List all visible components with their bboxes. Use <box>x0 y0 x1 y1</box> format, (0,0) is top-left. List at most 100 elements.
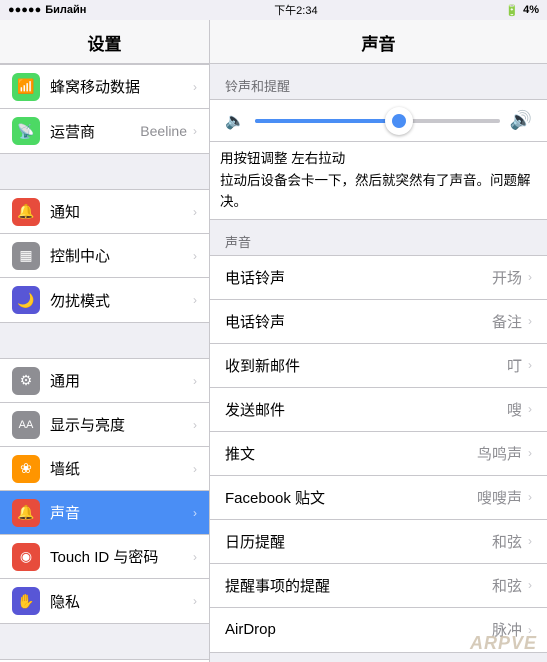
label-wallpaper: 墙纸 <box>50 458 193 479</box>
sound-row-text-tone[interactable]: 电话铃声 备注 › <box>210 300 547 344</box>
row-chevron-ringtone: › <box>528 270 532 284</box>
ringer-section-label: 铃声和提醒 <box>210 64 547 99</box>
icon-touch-id: ◉ <box>12 543 40 571</box>
row-chevron-fb-post: › <box>528 490 532 504</box>
sidebar-item-carrier[interactable]: 📡 运营商 Beeline › <box>0 109 209 153</box>
volume-track[interactable] <box>255 119 500 123</box>
chevron-general: › <box>193 374 197 388</box>
row-label-calendar: 日历提醒 <box>225 531 492 552</box>
sidebar-item-notification[interactable]: 🔔 通知 › <box>0 190 209 234</box>
chevron-display: › <box>193 418 197 432</box>
sound-row-calendar[interactable]: 日历提醒 和弦 › <box>210 520 547 564</box>
status-left: ●●●●● Билайн <box>8 4 86 16</box>
status-time: 下午2:34 <box>274 2 317 18</box>
label-display: 显示与亮度 <box>50 414 193 435</box>
row-chevron-new-mail: › <box>528 358 532 372</box>
chevron-control-center: › <box>193 249 197 263</box>
annotation-line1: 用按钮调整 左右拉动 <box>220 148 537 170</box>
row-label-ringtone: 电话铃声 <box>225 267 492 288</box>
row-label-airdrop: AirDrop <box>225 621 492 638</box>
carrier-name: Билайн <box>45 4 86 16</box>
row-label-fb-post: Facebook 贴文 <box>225 487 477 508</box>
label-carrier: 运营商 <box>50 121 140 142</box>
sidebar-item-display[interactable]: AA 显示与亮度 › <box>0 403 209 447</box>
sidebar-item-touch-id[interactable]: ◉ Touch ID 与密码 › <box>0 535 209 579</box>
label-general: 通用 <box>50 370 193 391</box>
chevron-carrier: › <box>193 124 197 138</box>
volume-low-icon: 🔈 <box>225 111 245 131</box>
sidebar-item-do-not-disturb[interactable]: 🌙 勿扰模式 › <box>0 278 209 322</box>
ringer-section: 🔈 🔊 <box>210 99 547 142</box>
label-touch-id: Touch ID 与密码 <box>50 546 193 567</box>
row-label-new-mail: 收到新邮件 <box>225 355 507 376</box>
chevron-touch-id: › <box>193 550 197 564</box>
chevron-do-not-disturb: › <box>193 293 197 307</box>
value-carrier: Beeline <box>140 123 187 139</box>
sidebar-item-cellular[interactable]: 📶 蜂窝移动数据 › <box>0 65 209 109</box>
row-chevron-tweet: › <box>528 446 532 460</box>
icon-privacy: ✋ <box>12 587 40 615</box>
row-label-sent-mail: 发送邮件 <box>225 399 507 420</box>
icon-general: ⚙ <box>12 367 40 395</box>
icon-carrier: 📡 <box>12 117 40 145</box>
row-chevron-sent-mail: › <box>528 402 532 416</box>
battery-percent: 4% <box>523 4 539 16</box>
sound-row-ringtone[interactable]: 电话铃声 开场 › <box>210 256 547 300</box>
label-do-not-disturb: 勿扰模式 <box>50 290 193 311</box>
row-label-reminder: 提醒事项的提醒 <box>225 575 492 596</box>
row-label-tweet: 推文 <box>225 443 477 464</box>
icon-do-not-disturb: 🌙 <box>12 286 40 314</box>
label-sounds: 声音 <box>50 502 193 523</box>
panel-title: 声音 <box>210 20 547 64</box>
row-value-new-mail: 叮 <box>507 355 522 376</box>
row-label-text-tone: 电话铃声 <box>225 311 492 332</box>
label-control-center: 控制中心 <box>50 245 193 266</box>
sidebar-item-wallpaper[interactable]: ❀ 墙纸 › <box>0 447 209 491</box>
row-value-tweet: 鸟鸣声 <box>477 443 522 464</box>
right-panel[interactable]: 声音 铃声和提醒 🔈 🔊 用按钮调整 左右拉动 拉动后设备会卡一下，然后就突然有… <box>210 20 547 662</box>
volume-fill <box>255 119 390 123</box>
icon-display: AA <box>12 411 40 439</box>
row-value-calendar: 和弦 <box>492 531 522 552</box>
icon-wallpaper: ❀ <box>12 455 40 483</box>
icon-notification: 🔔 <box>12 198 40 226</box>
sound-row-sent-mail[interactable]: 发送邮件 嗖 › <box>210 388 547 432</box>
icon-cellular: 📶 <box>12 73 40 101</box>
row-chevron-calendar: › <box>528 534 532 548</box>
sidebar-item-sounds[interactable]: 🔔 声音 › <box>0 491 209 535</box>
wifi-icon: 🔋 <box>505 4 519 17</box>
row-chevron-reminder: › <box>528 578 532 592</box>
chevron-cellular: › <box>193 80 197 94</box>
chevron-sounds: › <box>193 506 197 520</box>
sound-rows: 电话铃声 开场 › 电话铃声 备注 › 收到新邮件 叮 › 发送邮件 嗖 › 推… <box>210 255 547 653</box>
annotation-block: 用按钮调整 左右拉动 拉动后设备会卡一下，然后就突然有了声音。问题解决。 <box>210 142 547 220</box>
chevron-wallpaper: › <box>193 462 197 476</box>
annotation-line2: 拉动后设备会卡一下，然后就突然有了声音。问题解决。 <box>220 170 537 213</box>
sidebar-item-privacy[interactable]: ✋ 隐私 › <box>0 579 209 623</box>
icon-sounds: 🔔 <box>12 499 40 527</box>
label-notification: 通知 <box>50 201 193 222</box>
row-value-text-tone: 备注 <box>492 311 522 332</box>
chevron-notification: › <box>193 205 197 219</box>
row-value-reminder: 和弦 <box>492 575 522 596</box>
label-privacy: 隐私 <box>50 591 193 612</box>
sound-row-new-mail[interactable]: 收到新邮件 叮 › <box>210 344 547 388</box>
row-chevron-text-tone: › <box>528 314 532 328</box>
chevron-privacy: › <box>193 594 197 608</box>
sound-row-fb-post[interactable]: Facebook 贴文 嗖嗖声 › <box>210 476 547 520</box>
volume-high-icon: 🔊 <box>510 110 532 131</box>
watermark: ARPVE <box>470 633 537 654</box>
row-value-sent-mail: 嗖 <box>507 399 522 420</box>
label-cellular: 蜂窝移动数据 <box>50 76 193 97</box>
volume-thumb[interactable] <box>385 107 413 135</box>
row-value-ringtone: 开场 <box>492 267 522 288</box>
sound-row-tweet[interactable]: 推文 鸟鸣声 › <box>210 432 547 476</box>
sidebar-item-control-center[interactable]: ▦ 控制中心 › <box>0 234 209 278</box>
volume-row[interactable]: 🔈 🔊 <box>225 110 532 131</box>
main-container: 设置 📶 蜂窝移动数据 › 📡 运营商 Beeline › 🔔 通知 › ▦ 控… <box>0 20 547 662</box>
signal-dots: ●●●●● <box>8 4 41 16</box>
thumb-inner <box>392 114 406 128</box>
sidebar-item-general[interactable]: ⚙ 通用 › <box>0 359 209 403</box>
sidebar-title: 设置 <box>0 20 209 64</box>
sound-row-reminder[interactable]: 提醒事项的提醒 和弦 › <box>210 564 547 608</box>
